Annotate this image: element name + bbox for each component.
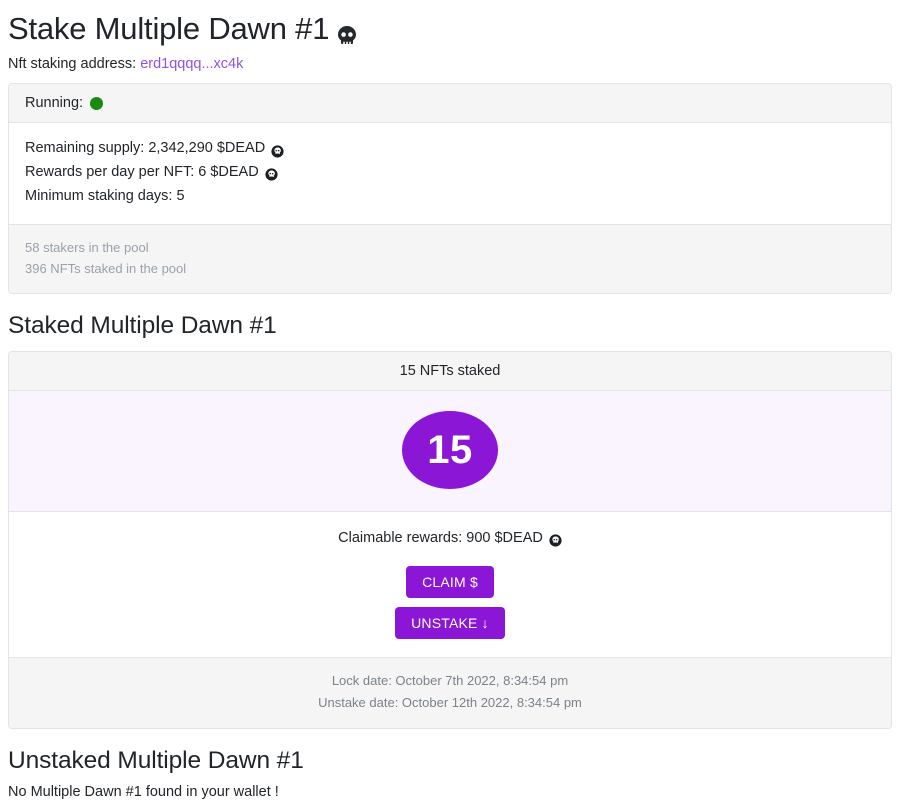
staked-nfts-card: 15 NFTs staked 15 Claimable rewards: 900… bbox=[8, 350, 892, 729]
running-label: Running: bbox=[25, 95, 84, 112]
unstaked-section-title: Unstaked Multiple Dawn #1 bbox=[8, 746, 304, 774]
claim-button[interactable]: CLAIM $ bbox=[406, 565, 494, 598]
stat-minimum-staking-days-text: Minimum staking days: 5 bbox=[25, 187, 185, 204]
stat-rewards-per-day: Rewards per day per NFT: 6 $DEAD bbox=[25, 161, 875, 185]
pool-footer: 58 stakers in the pool 396 NFTs staked i… bbox=[9, 224, 891, 293]
pool-info-card: Running: Remaining supply: 2,342,290 $DE… bbox=[8, 83, 892, 294]
stat-remaining-supply-text: Remaining supply: 2,342,290 $DEAD bbox=[25, 140, 266, 157]
staked-badge-area: 15 bbox=[9, 390, 891, 512]
dead-coin-icon bbox=[549, 533, 562, 547]
stat-minimum-staking-days: Minimum staking days: 5 bbox=[25, 185, 875, 209]
nfts-staked-count-line: 396 NFTs staked in the pool bbox=[25, 261, 187, 277]
empty-wallet-message: No Multiple Dawn #1 found in your wallet… bbox=[8, 784, 279, 800]
pool-stats-body: Remaining supply: 2,342,290 $DEAD Reward… bbox=[9, 123, 891, 224]
nft-staking-address-line: Nft staking address: erd1qqqq...xc4k bbox=[8, 56, 892, 72]
skull-icon bbox=[335, 19, 359, 44]
staked-card-footer: Lock date: October 7th 2022, 8:34:54 pm … bbox=[9, 656, 891, 728]
dead-coin-icon bbox=[271, 144, 284, 158]
dead-coin-icon bbox=[265, 167, 278, 181]
claimable-rewards-line: Claimable rewards: 900 $DEAD bbox=[338, 528, 562, 549]
lock-date-line: Lock date: October 7th 2022, 8:34:54 pm bbox=[331, 672, 569, 688]
stat-remaining-supply: Remaining supply: 2,342,290 $DEAD bbox=[25, 137, 875, 161]
action-button-group: CLAIM $ UNSTAKE ↓ bbox=[25, 565, 875, 639]
stakers-count-line: 58 stakers in the pool bbox=[25, 240, 149, 256]
page-root: Stake Multiple Dawn #1 Nft staking addre… bbox=[0, 10, 900, 800]
running-row: Running: bbox=[25, 95, 875, 111]
address-label: Nft staking address: bbox=[8, 56, 137, 73]
unstake-date-line: Unstake date: October 12th 2022, 8:34:54… bbox=[318, 695, 582, 711]
page-title: Stake Multiple Dawn #1 bbox=[8, 10, 892, 47]
staked-section-title: Staked Multiple Dawn #1 bbox=[8, 311, 277, 339]
claimable-rewards-text: Claimable rewards: 900 $DEAD bbox=[338, 529, 543, 546]
staked-count-badge: 15 bbox=[402, 410, 498, 489]
pool-status-header: Running: bbox=[9, 84, 891, 124]
staking-address-link[interactable]: erd1qqqq...xc4k bbox=[140, 56, 243, 72]
staked-card-header: 15 NFTs staked bbox=[9, 351, 891, 391]
stat-rewards-per-day-text: Rewards per day per NFT: 6 $DEAD bbox=[25, 163, 259, 180]
rewards-area: Claimable rewards: 900 $DEAD CLAIM $ UNS… bbox=[9, 512, 891, 657]
page-title-text: Stake Multiple Dawn #1 bbox=[8, 11, 330, 46]
green-dot-icon bbox=[90, 96, 104, 110]
unstake-button[interactable]: UNSTAKE ↓ bbox=[395, 606, 505, 639]
